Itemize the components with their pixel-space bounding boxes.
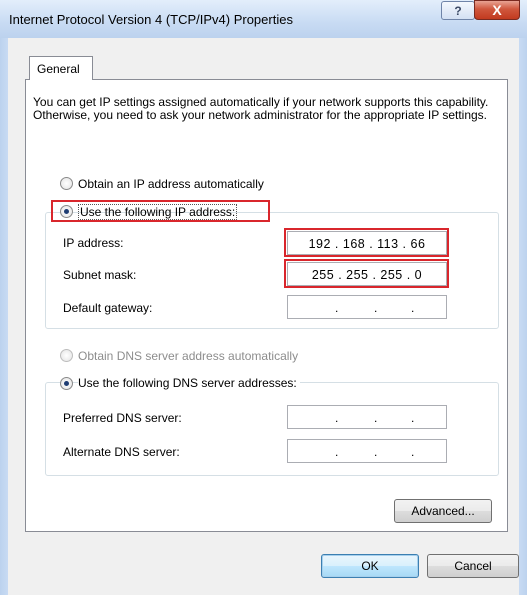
advanced-button-label: Advanced...: [411, 504, 475, 518]
use-following-ip-label[interactable]: Use the following IP address:: [78, 204, 238, 220]
obtain-ip-auto-label[interactable]: Obtain an IP address automatically: [78, 177, 264, 191]
alternate-dns-label: Alternate DNS server:: [63, 445, 180, 459]
advanced-button[interactable]: Advanced...: [394, 499, 492, 523]
octet-separator: .: [411, 445, 415, 459]
window-title: Internet Protocol Version 4 (TCP/IPv4) P…: [9, 12, 293, 27]
octet-separator: .: [374, 445, 378, 459]
octet-separator: .: [335, 301, 339, 315]
octet-separator: .: [374, 411, 378, 425]
cancel-button[interactable]: Cancel: [427, 554, 519, 578]
alternate-dns-field[interactable]: . . .: [287, 439, 447, 463]
subnet-mask-highlight: [284, 259, 449, 288]
use-following-dns-label[interactable]: Use the following DNS server addresses:: [78, 376, 300, 390]
title-bar[interactable]: Internet Protocol Version 4 (TCP/IPv4) P…: [0, 0, 527, 38]
close-icon: X: [492, 2, 502, 18]
ok-button-label: OK: [361, 559, 379, 573]
tab-general-label: General: [37, 62, 80, 76]
window-frame-right: [519, 38, 527, 595]
octet-separator: .: [374, 301, 378, 315]
octet-separator: .: [411, 301, 415, 315]
help-icon: ?: [454, 4, 462, 18]
window-frame-left: [0, 38, 8, 595]
octet-separator: .: [335, 445, 339, 459]
ipv4-properties-dialog: Internet Protocol Version 4 (TCP/IPv4) P…: [0, 0, 527, 595]
help-button[interactable]: ?: [441, 1, 475, 20]
obtain-dns-auto-radio[interactable]: [60, 349, 73, 362]
default-gateway-label: Default gateway:: [63, 301, 153, 315]
ip-address-highlight: [284, 228, 449, 257]
cancel-button-label: Cancel: [454, 559, 492, 573]
preferred-dns-label: Preferred DNS server:: [63, 411, 182, 425]
intro-text: You can get IP settings assigned automat…: [33, 95, 489, 122]
subnet-mask-label: Subnet mask:: [63, 268, 137, 282]
obtain-ip-auto-radio[interactable]: [60, 177, 73, 190]
obtain-dns-auto-label[interactable]: Obtain DNS server address automatically: [78, 349, 298, 363]
ip-address-label: IP address:: [63, 236, 124, 250]
tab-general[interactable]: General: [29, 56, 93, 80]
use-following-ip-radio[interactable]: [60, 205, 73, 218]
octet-separator: .: [411, 411, 415, 425]
ok-button[interactable]: OK: [321, 554, 419, 578]
octet-separator: .: [335, 411, 339, 425]
close-button[interactable]: X: [474, 0, 520, 20]
preferred-dns-field[interactable]: . . .: [287, 405, 447, 429]
use-following-dns-radio[interactable]: [60, 377, 73, 390]
default-gateway-field[interactable]: . . .: [287, 295, 447, 319]
